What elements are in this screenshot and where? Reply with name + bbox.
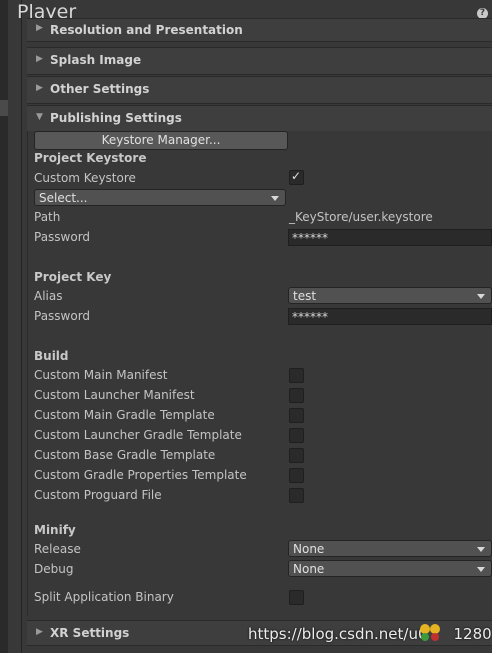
field-label: Path [34,210,61,224]
foldout-resolution[interactable]: ▶ Resolution and Presentation [27,18,492,42]
watermark: https://blog.csdn.net/u0 1280 [248,625,492,643]
foldout-label: Resolution and Presentation [50,23,243,37]
chevron-right-icon: ▶ [36,627,43,637]
custom-main-gradle-template-checkbox[interactable] [289,408,304,423]
field-label: Custom Launcher Gradle Template [34,428,242,442]
debug-minify-dropdown[interactable]: None [288,560,492,577]
keystore-select-dropdown[interactable]: Select... [34,189,286,206]
dropdown-value: Select... [39,191,88,205]
release-minify-dropdown[interactable]: None [288,540,492,557]
field-label: Custom Launcher Manifest [34,388,195,402]
foldout-splash[interactable]: ▶ Splash Image [27,47,492,75]
chevron-down-icon: ▼ [36,112,43,122]
field-label: Password [34,309,91,323]
custom-main-manifest-checkbox[interactable] [289,368,304,383]
custom-launcher-manifest-checkbox[interactable] [289,388,304,403]
field-label: Custom Main Manifest [34,368,168,382]
field-label: Split Application Binary [34,590,174,604]
field-label: Custom Base Gradle Template [34,448,216,462]
alias-dropdown[interactable]: test [288,287,492,304]
keystore-manager-button[interactable]: Keystore Manager... [34,131,288,150]
foldout-label: XR Settings [50,626,130,640]
mascot-icon [420,624,440,641]
key-password-field[interactable]: ****** [288,308,492,325]
split-application-binary-checkbox[interactable] [289,590,304,605]
foldout-label: Publishing Settings [50,111,182,125]
dropdown-caret-icon [477,547,485,552]
watermark-text: https://blog.csdn.net/u0 [248,625,428,643]
field-label: Custom Proguard File [34,488,162,502]
foldout-publishing[interactable]: ▼ Publishing Settings [27,105,492,133]
field-label: Debug [34,562,74,576]
dropdown-caret-icon [477,294,485,299]
watermark-tail: 1280 [453,625,492,643]
field-label: Custom Keystore [34,171,136,185]
custom-proguard-file-checkbox[interactable] [289,488,304,503]
chevron-right-icon: ▶ [36,23,43,33]
dropdown-value: None [293,562,325,576]
keystore-path-value: _KeyStore/user.keystore [289,210,433,224]
custom-launcher-gradle-template-checkbox[interactable] [289,428,304,443]
left-panel-edge [0,0,8,653]
keystore-password-field[interactable]: ****** [288,229,492,246]
field-label: Password [34,230,91,244]
section-header: Project Key [34,270,112,284]
foldout-other[interactable]: ▶ Other Settings [27,76,492,104]
foldout-label: Splash Image [50,53,142,67]
chevron-right-icon: ▶ [36,54,43,64]
field-label: Release [34,542,81,556]
custom-gradle-properties-template-checkbox[interactable] [289,468,304,483]
panel-splitter-handle[interactable] [0,100,8,116]
field-label: Custom Gradle Properties Template [34,468,247,482]
section-header: Build [34,349,69,363]
foldout-label: Other Settings [50,82,150,96]
section-header: Minify [34,523,76,537]
chevron-right-icon: ▶ [36,83,43,93]
dropdown-value: None [293,542,325,556]
field-label: Custom Main Gradle Template [34,408,215,422]
dropdown-caret-icon [271,196,279,201]
dropdown-value: test [293,289,317,303]
custom-keystore-checkbox[interactable] [289,169,304,185]
custom-base-gradle-template-checkbox[interactable] [289,448,304,463]
dropdown-caret-icon [477,567,485,572]
divider [21,0,22,653]
section-header: Project Keystore [34,151,147,165]
field-label: Alias [34,289,63,303]
